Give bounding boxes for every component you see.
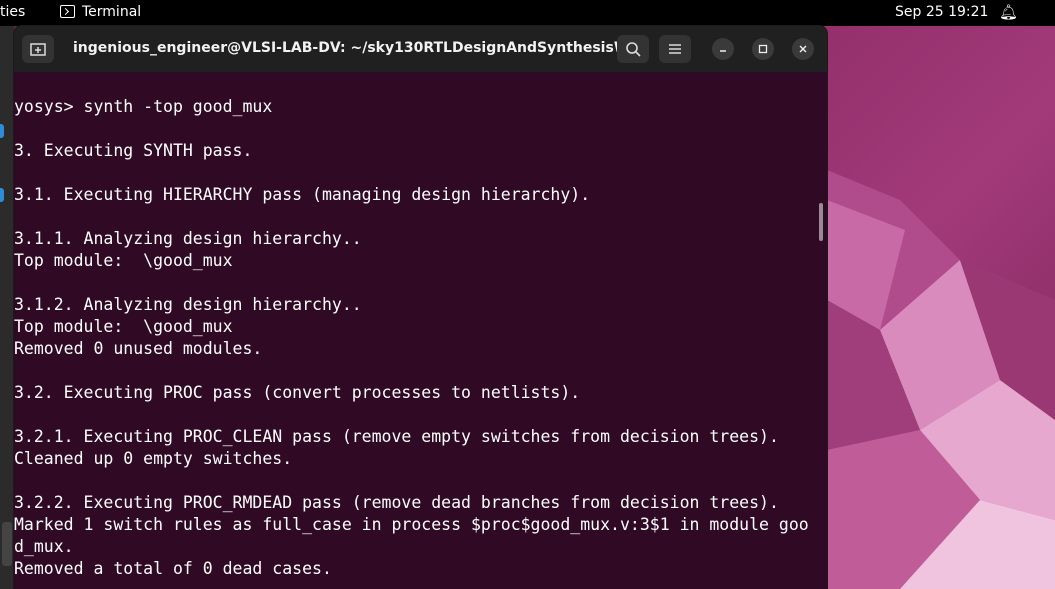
terminal-line: 3.2.2. Executing PROC_RMDEAD pass (remov… xyxy=(14,493,779,512)
terminal-line: Marked 1 switch rules as full_case in pr… xyxy=(14,515,809,534)
terminal-line: 3.2.1. Executing PROC_CLEAN pass (remove… xyxy=(14,427,779,446)
terminal-line: d_mux. xyxy=(14,537,74,556)
search-button[interactable] xyxy=(617,35,649,63)
new-tab-button[interactable] xyxy=(22,35,54,63)
terminal-scrollbar[interactable] xyxy=(819,203,823,241)
bell-icon[interactable]: 🔔︎ xyxy=(999,3,1018,21)
terminal-line: yosys> synth -top good_mux xyxy=(14,97,273,116)
menu-button[interactable] xyxy=(659,35,691,63)
maximize-button[interactable] xyxy=(752,38,774,60)
close-button[interactable] xyxy=(792,38,814,60)
minimize-button[interactable] xyxy=(712,38,734,60)
terminal-line: Removed a total of 0 dead cases. xyxy=(14,559,332,578)
activities-button[interactable]: ties xyxy=(0,4,25,20)
dock-running-indicator xyxy=(0,188,4,202)
clock[interactable]: Sep 25 19:21 xyxy=(895,4,988,20)
terminal-line: Top module: \good_mux xyxy=(14,251,233,270)
menu-icon xyxy=(669,44,681,54)
terminal-output[interactable]: yosys> synth -top good_mux 3. Executing … xyxy=(14,72,827,589)
dock-app[interactable] xyxy=(2,522,12,566)
window-title: ingenious_engineer@VLSI-LAB-DV: ~/sky130… xyxy=(73,40,645,56)
new-tab-icon xyxy=(30,43,46,56)
terminal-line: 3.1.2. Analyzing design hierarchy.. xyxy=(14,295,362,314)
terminal-window: ingenious_engineer@VLSI-LAB-DV: ~/sky130… xyxy=(14,26,827,589)
terminal-app-icon xyxy=(60,5,75,18)
terminal-line: Top module: \good_mux xyxy=(14,317,233,336)
terminal-line: Removed 0 unused modules. xyxy=(14,339,263,358)
minimize-icon xyxy=(720,50,726,52)
top-bar: ties Terminal Sep 25 19:21 🔔︎ xyxy=(0,0,1055,26)
dock-running-indicator xyxy=(0,124,4,138)
terminal-line: 3.1.1. Analyzing design hierarchy.. xyxy=(14,229,362,248)
close-icon xyxy=(799,45,807,53)
app-menu[interactable]: Terminal xyxy=(82,4,141,20)
terminal-line: 3.1. Executing HIERARCHY pass (managing … xyxy=(14,185,591,204)
maximize-icon xyxy=(758,44,768,54)
terminal-line: Cleaned up 0 empty switches. xyxy=(14,449,293,468)
window-header: ingenious_engineer@VLSI-LAB-DV: ~/sky130… xyxy=(14,26,827,72)
terminal-line: 3.2. Executing PROC pass (convert proces… xyxy=(14,383,581,402)
terminal-line: 3. Executing SYNTH pass. xyxy=(14,141,253,160)
dock xyxy=(0,26,14,589)
search-icon xyxy=(626,42,641,57)
